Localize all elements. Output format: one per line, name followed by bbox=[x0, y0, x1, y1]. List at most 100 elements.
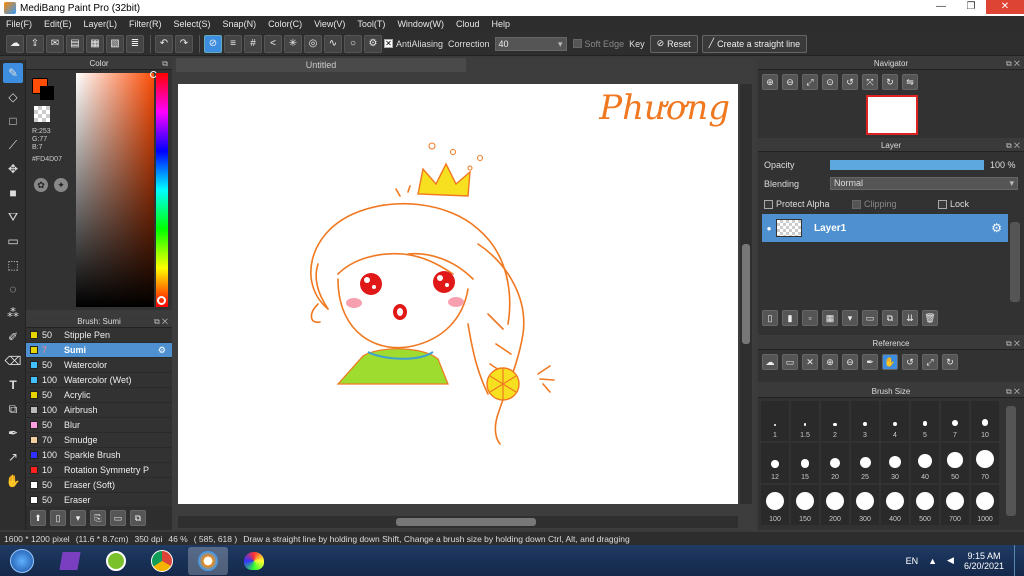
duplicate-layer-icon[interactable]: ⧉ bbox=[882, 310, 898, 326]
brush-size-cell[interactable]: 1.5 bbox=[791, 401, 819, 441]
menu-edit[interactable]: Edit(E) bbox=[44, 19, 72, 29]
brush-item[interactable]: 70 Smudge bbox=[26, 433, 172, 448]
select-eraser-tool-icon[interactable]: ⌫ bbox=[3, 351, 23, 371]
brush-item[interactable]: 10 Rotation Symmetry P bbox=[26, 463, 172, 478]
brush-size-cell[interactable]: 300 bbox=[851, 485, 879, 525]
brush-size-cell[interactable]: 15 bbox=[791, 443, 819, 483]
eraser-tool-icon[interactable]: ◇ bbox=[3, 87, 23, 107]
brush-folder-icon[interactable]: ▭ bbox=[110, 510, 126, 526]
protect-alpha-option[interactable]: Protect Alpha bbox=[764, 199, 830, 209]
protect-alpha-checkbox[interactable] bbox=[764, 199, 773, 209]
visibility-icon[interactable]: ● bbox=[762, 224, 776, 233]
ref-open-icon[interactable]: ▭ bbox=[782, 354, 798, 370]
new-layer-1bit-icon[interactable]: ▫ bbox=[802, 310, 818, 326]
hue-cursor[interactable] bbox=[157, 296, 166, 305]
menu-color[interactable]: Color(C) bbox=[268, 19, 302, 29]
clipping-option[interactable]: Clipping bbox=[852, 199, 897, 209]
snap-crosshatch-icon[interactable]: # bbox=[244, 34, 262, 53]
horizontal-scrollbar[interactable] bbox=[178, 516, 738, 528]
blending-select[interactable]: Normal ▾ bbox=[830, 177, 1018, 190]
menu-view[interactable]: View(V) bbox=[314, 19, 345, 29]
navigator-popout-icon[interactable]: ⧉ ✕ bbox=[1006, 58, 1020, 70]
clipping-checkbox[interactable] bbox=[852, 199, 861, 209]
straight-line-button[interactable]: ╱ Create a straight line bbox=[701, 34, 808, 53]
brush-new-icon[interactable]: ▯ bbox=[50, 510, 66, 526]
lasso-tool-icon[interactable]: ◌ bbox=[3, 279, 23, 299]
brush-size-cell[interactable]: 2 bbox=[821, 401, 849, 441]
page-icon[interactable]: ▦ bbox=[86, 34, 104, 53]
zoom-actual-icon[interactable]: ⊙ bbox=[822, 74, 838, 90]
visual-studio-icon[interactable] bbox=[50, 547, 90, 575]
dot-tool-icon[interactable]: □ bbox=[3, 111, 23, 131]
brush-size-cell[interactable]: 3 bbox=[851, 401, 879, 441]
start-button[interactable] bbox=[0, 547, 44, 575]
ref-cloud-icon[interactable]: ☁ bbox=[762, 354, 778, 370]
brush-type-icon[interactable]: ▾ bbox=[70, 510, 86, 526]
document-tab[interactable]: Untitled bbox=[176, 58, 466, 72]
close-panel-icon[interactable]: ⧉ ✕ bbox=[154, 316, 168, 328]
ref-rotate-right-icon[interactable]: ↻ bbox=[942, 354, 958, 370]
transparent-swatch[interactable] bbox=[34, 106, 50, 122]
brush-size-cell[interactable]: 100 bbox=[761, 485, 789, 525]
brush-size-cell[interactable]: 7 bbox=[941, 401, 969, 441]
fit-icon[interactable]: ⤢ bbox=[802, 74, 818, 90]
hue-slider[interactable] bbox=[156, 73, 168, 307]
divide-tool-icon[interactable]: ⧉ bbox=[3, 399, 23, 419]
menu-select[interactable]: Select(S) bbox=[174, 19, 211, 29]
menu-tool[interactable]: Tool(T) bbox=[357, 19, 385, 29]
redo-icon[interactable]: ↷ bbox=[175, 34, 193, 53]
brush-size-cell[interactable]: 150 bbox=[791, 485, 819, 525]
tray-up-icon[interactable]: ▲ bbox=[928, 556, 937, 566]
ref-eyedropper-icon[interactable]: ✒ bbox=[862, 354, 878, 370]
brush-item[interactable]: 100 Watercolor (Wet) bbox=[26, 373, 172, 388]
flip-icon[interactable]: ⇋ bbox=[902, 74, 918, 90]
brush-size-cell[interactable]: 400 bbox=[881, 485, 909, 525]
eyedropper-tool-icon[interactable]: ✒ bbox=[3, 423, 23, 443]
brush-size-cell[interactable]: 20 bbox=[821, 443, 849, 483]
menu-help[interactable]: Help bbox=[491, 19, 510, 29]
snap-curve-icon[interactable]: ∿ bbox=[324, 34, 342, 53]
select-rect-tool-icon[interactable]: ⬚ bbox=[3, 255, 23, 275]
ref-fit-icon[interactable]: ⤢ bbox=[922, 354, 938, 370]
medibang-taskbar-icon[interactable] bbox=[188, 546, 228, 575]
brush-item[interactable]: 7 Sumi ⚙ bbox=[26, 343, 172, 358]
brush-size-cell[interactable]: 1000 bbox=[971, 485, 999, 525]
brush-size-cell[interactable]: 5 bbox=[911, 401, 939, 441]
layer-scrollbar[interactable] bbox=[1010, 222, 1020, 302]
show-desktop-button[interactable] bbox=[1014, 545, 1024, 576]
menu-window[interactable]: Window(W) bbox=[397, 19, 444, 29]
navigator-thumbnail[interactable] bbox=[866, 95, 918, 135]
menu-layer[interactable]: Layer(L) bbox=[84, 19, 118, 29]
operation-tool-icon[interactable]: ↗ bbox=[3, 447, 23, 467]
cloud-icon[interactable]: ☁ bbox=[6, 34, 24, 53]
zoom-out-icon[interactable]: ⊖ bbox=[782, 74, 798, 90]
brush-duplicate-icon[interactable]: ⧉ bbox=[130, 510, 146, 526]
brush-item[interactable]: 100 Sparkle Brush bbox=[26, 448, 172, 463]
antialiasing-checkbox[interactable]: ✕ bbox=[384, 39, 393, 48]
rotate-left-icon[interactable]: ↺ bbox=[842, 74, 858, 90]
rotate-right-icon[interactable]: ↻ bbox=[882, 74, 898, 90]
share-icon[interactable]: ⇪ bbox=[26, 34, 44, 53]
ref-zoom-out-icon[interactable]: ⊖ bbox=[842, 354, 858, 370]
brush-copy-icon[interactable]: ⎘ bbox=[90, 510, 106, 526]
layer-popout-icon[interactable]: ⧉ ✕ bbox=[1006, 140, 1020, 152]
snap-radial-icon[interactable]: ✳ bbox=[284, 34, 302, 53]
layer-row[interactable]: ● Layer1 ⚙ bbox=[762, 214, 1008, 242]
brush-size-cell[interactable]: 1 bbox=[761, 401, 789, 441]
speaker-icon[interactable]: ◀ bbox=[947, 555, 954, 566]
close-button[interactable]: ✕ bbox=[986, 0, 1024, 14]
delete-layer-icon[interactable]: 🗑 bbox=[922, 310, 938, 326]
list-icon[interactable]: ≣ bbox=[126, 34, 144, 53]
brush-item[interactable]: 50 Acrylic bbox=[26, 388, 172, 403]
brush-size-cell[interactable]: 50 bbox=[941, 443, 969, 483]
snap-parallel-icon[interactable]: ≡ bbox=[224, 34, 242, 53]
ref-close-icon[interactable]: ✕ bbox=[802, 354, 818, 370]
brush-size-cell[interactable]: 12 bbox=[761, 443, 789, 483]
brush-settings-icon[interactable]: ⚙ bbox=[158, 345, 166, 356]
popout-icon[interactable]: ⧉ bbox=[162, 58, 168, 70]
hand-tool-icon[interactable]: ✋ bbox=[3, 471, 23, 491]
brush-item[interactable]: 50 Stipple Pen bbox=[26, 328, 172, 343]
text-tool-icon[interactable]: T bbox=[3, 375, 23, 395]
undo-icon[interactable]: ↶ bbox=[155, 34, 173, 53]
paint-icon[interactable] bbox=[234, 547, 274, 575]
